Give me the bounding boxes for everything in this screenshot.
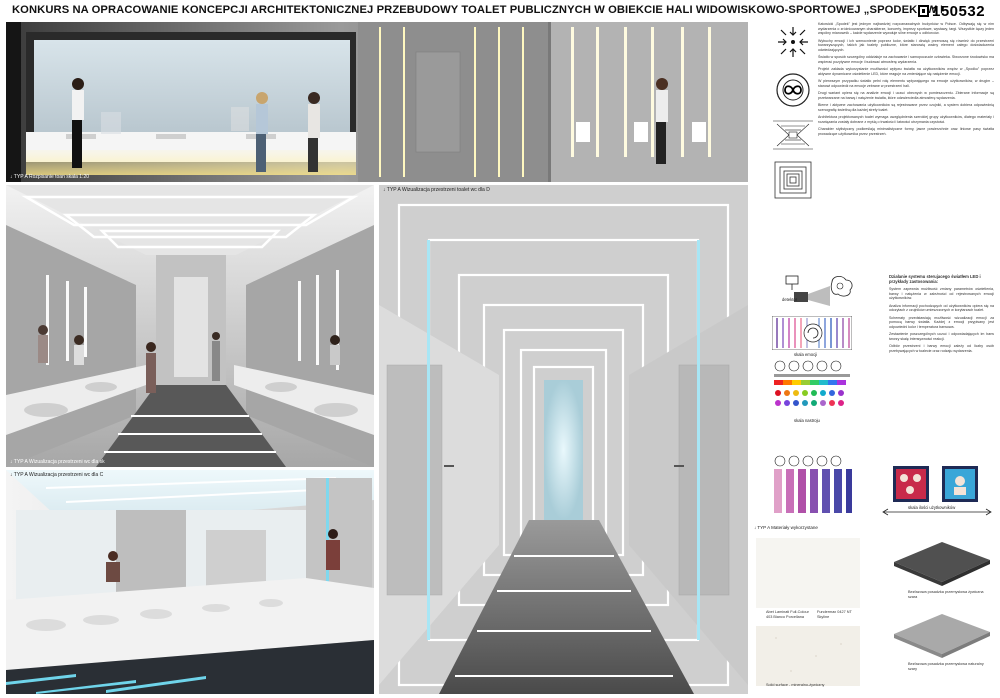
swatch-laminate: [756, 538, 860, 608]
light-wave-icon: [773, 120, 813, 150]
led-paragraph: Schematy przedstawiają możliwość wizuali…: [889, 315, 994, 329]
emotion-scale-diagram: [772, 316, 852, 350]
led-paragraph: Analiza informacji pochodzących od użytk…: [889, 303, 994, 313]
material-laminate-label: Abet Laminati Full-Colour 403 Bianco Por…: [766, 610, 809, 619]
led-system-heading: Działanie systemu sterujacego światłem L…: [889, 274, 981, 284]
description-paragraph: Architektura projektowanych toalet wymag…: [818, 115, 994, 124]
description-text: Katowicki „Spodek” jest jednym najbardzi…: [818, 22, 994, 264]
mood-scale-diagram: [774, 360, 850, 406]
led-paragraph: Odbiór przestrzeni i barwy emocji zależy…: [889, 344, 994, 353]
users-scale-diagram: [774, 455, 852, 513]
panel-caption: ↓ TYP A Wizualizacja przestrzeni wc dla …: [10, 459, 105, 465]
users-scale-label: skala ilości użytkowników: [906, 505, 958, 510]
tunnel-squares-icon: [774, 161, 812, 199]
description-paragraph: Charakter stylistyczny podkreślają minim…: [818, 127, 994, 136]
detector-label: detektor: [782, 297, 798, 302]
infinity-icon: [776, 73, 810, 107]
mood-scale-label: skala nastroju: [794, 418, 820, 423]
description-paragraph: Bierne i aktywne zachowania użytkowników…: [818, 103, 994, 112]
description-paragraph: Katowicki „Spodek” jest jednym najbardzi…: [818, 22, 994, 35]
panel-caption: ↓ TYP A Wizualizacja przestrzeni wc dla …: [10, 472, 104, 478]
crowd-many-icon: [893, 466, 929, 502]
emotion-burst-icon: [778, 27, 808, 57]
led-system-text: Działanie systemu sterujacego światłem L…: [889, 274, 994, 462]
description-paragraph: Wybuchy emocji i ich wzmocnienie poprzez…: [818, 38, 994, 52]
crowd-few-icon: [942, 466, 978, 502]
detector-diagram: [785, 275, 853, 306]
render-elevation: ↓ TYP A Rozpisanie toan skala 1:20: [6, 22, 748, 182]
entry-code: 150532: [918, 2, 996, 20]
description-paragraph: Projekt zakłada wykorzystanie możliwości…: [818, 67, 994, 76]
material-solid-surface-label: Solid surface - mineralno-żywiczny: [766, 683, 825, 687]
swatch-solid-surface: [756, 626, 860, 686]
swatch-floor-dark: [894, 542, 990, 586]
materials-title: ↓ TYP A Materiały wykorzystane: [754, 525, 818, 530]
material-floor2-label: Bezfazowa posadzka przemysłowa naturalny…: [908, 662, 984, 671]
swatch-floor-light: [894, 614, 990, 658]
panel-caption: ↓ TYP A Wizualizacja przestrzeni toalet …: [383, 187, 490, 193]
code-marker-icon: [918, 5, 929, 17]
render-sinks-corridor: ↓ TYP A Wizualizacja przestrzeni wc dla …: [6, 185, 374, 467]
description-paragraph: Światło w sposób szczególny oddziałuje n…: [818, 55, 994, 64]
description-paragraph: W pierwszym przypadku światło pełni rolę…: [818, 79, 994, 88]
led-paragraph: Zestawienie poszczególnych uczuć i odpow…: [889, 332, 994, 341]
panel-caption: ↓ TYP A Rozpisanie toan skala 1:20: [10, 174, 90, 180]
material-floor1-label: Bezfazowa posadzka przemysłowa żywiczna …: [908, 590, 984, 599]
render-sink-counter: ↓ TYP A Wizualizacja przestrzeni wc dla …: [6, 470, 374, 694]
material-fundermax-label: Fundermax 0427 NT Skyline: [817, 610, 852, 619]
emotion-scale-label: skala emocji: [794, 352, 818, 357]
description-paragraph: Drugi wariant opiera się na analizie emo…: [818, 91, 994, 100]
led-paragraph: System zapewnia możliwość zmiany paramet…: [889, 287, 994, 300]
page-title: KONKURS NA OPRACOWANIE KONCEPCJI ARCHITE…: [12, 4, 942, 16]
render-corridor: ↓ TYP A Wizualizacja przestrzeni toalet …: [379, 185, 748, 694]
entry-code-number: 150532: [932, 2, 986, 20]
